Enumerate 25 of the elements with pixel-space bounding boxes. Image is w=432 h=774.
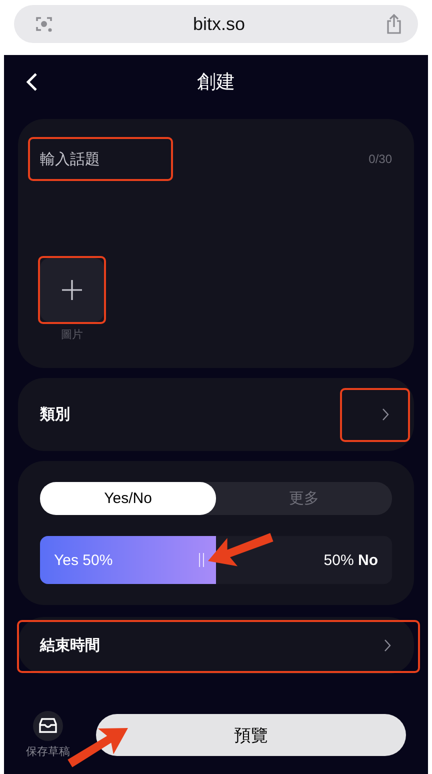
- inbox-icon: [39, 718, 57, 734]
- slider-handle[interactable]: [199, 553, 204, 567]
- category-row[interactable]: 類別: [18, 378, 414, 451]
- vote-slider[interactable]: Yes 50% 50% No: [40, 536, 392, 584]
- no-percentage: 50% No: [324, 552, 378, 568]
- yes-percentage: Yes 50%: [54, 552, 113, 568]
- image-label: 圖片: [61, 328, 83, 342]
- share-icon: [384, 13, 404, 35]
- category-label: 類別: [40, 405, 70, 424]
- end-time-label: 結束時間: [40, 636, 100, 655]
- type-tab[interactable]: Yes/No: [40, 482, 216, 515]
- back-icon: [26, 72, 38, 92]
- character-counter: 0/30: [368, 152, 392, 166]
- url-text: bitx.so: [192, 14, 246, 34]
- camera-icon: [34, 14, 54, 34]
- chevron-icon: [380, 408, 390, 421]
- page-title: 創建: [197, 71, 235, 95]
- plus-icon: [61, 279, 83, 301]
- save-draft-label: 保存草稿: [26, 745, 70, 759]
- chevron-icon: [382, 639, 392, 652]
- preview-button[interactable]: 預覽: [96, 714, 406, 756]
- back-button[interactable]: [26, 72, 38, 92]
- topic-field[interactable]: 輸入話題: [28, 137, 173, 181]
- address-bar[interactable]: bitx.so: [14, 5, 418, 43]
- draft-button[interactable]: [33, 711, 63, 741]
